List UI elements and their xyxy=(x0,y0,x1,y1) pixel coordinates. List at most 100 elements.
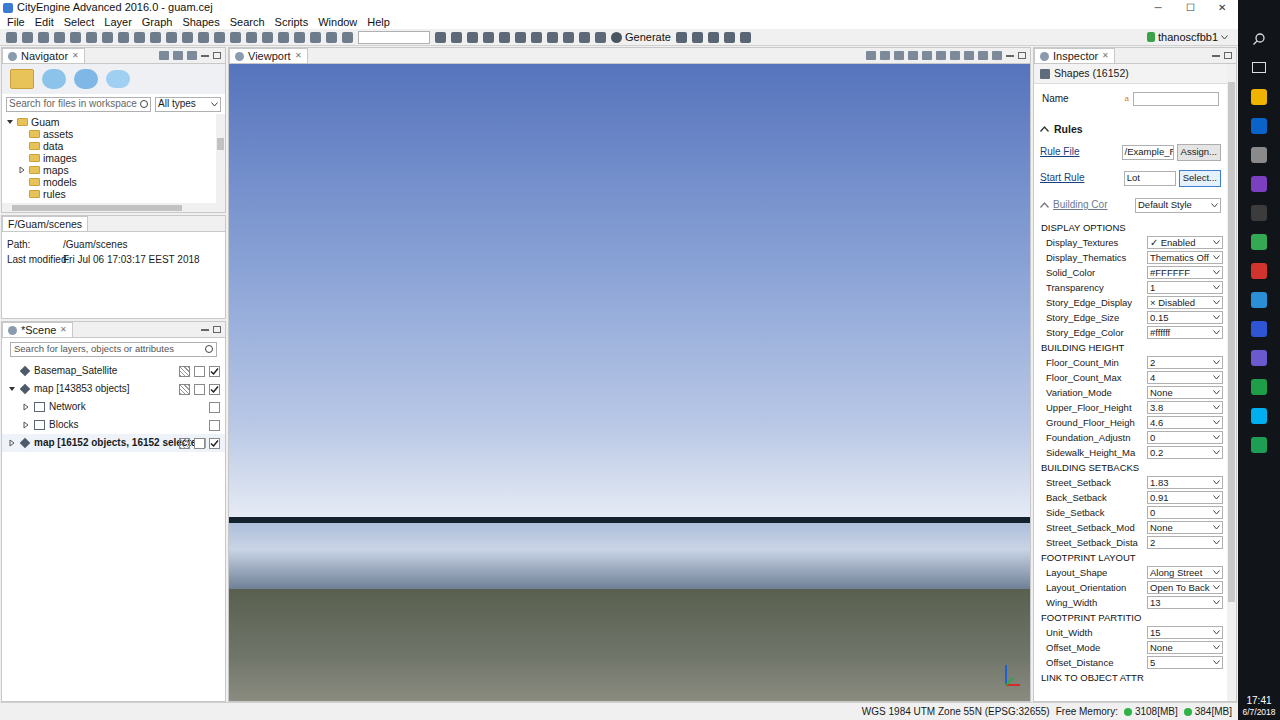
attribute-value[interactable]: 0.2 xyxy=(1147,446,1223,459)
light-icon[interactable] xyxy=(964,51,974,60)
attribute-value[interactable]: 3.8 xyxy=(1147,401,1223,414)
lasso-icon[interactable] xyxy=(278,32,289,43)
visibility-checkbox[interactable] xyxy=(209,366,220,377)
attribute-value[interactable]: ✓ Enabled xyxy=(1147,236,1223,249)
select-button[interactable]: Select... xyxy=(1179,170,1221,187)
save-icon[interactable] xyxy=(22,32,33,43)
attribute-value[interactable]: 4.6 xyxy=(1147,416,1223,429)
maximize-icon[interactable] xyxy=(1018,52,1026,59)
maximize-icon[interactable] xyxy=(1224,52,1232,59)
curve-icon[interactable] xyxy=(451,32,462,43)
link-icon[interactable] xyxy=(173,51,183,60)
tree-item[interactable]: images xyxy=(6,152,212,164)
lot-icon[interactable] xyxy=(547,32,558,43)
visibility-checkbox[interactable] xyxy=(209,402,220,413)
menu-item[interactable]: Layer xyxy=(99,17,137,28)
panel-tab[interactable]: Inspector✕ xyxy=(1034,48,1115,63)
panel-tab[interactable]: Navigator✕ xyxy=(2,48,85,63)
cut-icon[interactable] xyxy=(70,32,81,43)
app-icon[interactable] xyxy=(1251,147,1267,163)
tree-item[interactable]: data xyxy=(6,140,212,152)
tree-item[interactable]: maps xyxy=(6,164,212,176)
bookmark-icon[interactable] xyxy=(936,51,946,60)
attribute-value[interactable]: Open To Back xyxy=(1147,581,1223,594)
new-icon[interactable] xyxy=(6,32,17,43)
attribute-value[interactable]: None xyxy=(1147,521,1223,534)
layer-row[interactable]: Basemap_Satellite xyxy=(2,362,225,380)
shape-icon[interactable] xyxy=(467,32,478,43)
menu-item[interactable]: Shapes xyxy=(177,17,224,28)
upload-icon[interactable] xyxy=(42,69,66,89)
wireframe-icon[interactable] xyxy=(866,51,876,60)
menu-item[interactable]: Graph xyxy=(137,17,178,28)
toolbar-field[interactable] xyxy=(358,31,430,44)
layer-row[interactable]: map [143853 objects] xyxy=(2,380,225,398)
maximize-icon[interactable] xyxy=(213,52,221,59)
app-icon[interactable] xyxy=(1251,118,1267,134)
rotate-icon[interactable] xyxy=(310,32,321,43)
textured-icon[interactable] xyxy=(894,51,904,60)
subdivide-icon[interactable] xyxy=(563,32,574,43)
visibility-checkbox[interactable] xyxy=(209,420,220,431)
attribute-value[interactable]: Thematics Off xyxy=(1147,251,1223,264)
panel-tab[interactable]: *Scene✕ xyxy=(2,322,73,337)
layer-row[interactable]: map [16152 objects, 16152 selected] xyxy=(2,434,225,452)
street-icon[interactable] xyxy=(435,32,446,43)
share-icon[interactable] xyxy=(74,69,98,89)
block-icon[interactable] xyxy=(531,32,542,43)
weather-icon[interactable] xyxy=(708,32,719,43)
rule-file-field[interactable]: /Example_Ru xyxy=(1122,145,1174,160)
name-field[interactable] xyxy=(1133,92,1219,106)
poly-select-icon[interactable] xyxy=(262,32,273,43)
expand-icon[interactable] xyxy=(22,421,30,429)
clock[interactable]: 17:416/7/2018 xyxy=(1242,696,1275,720)
type-filter[interactable]: All types xyxy=(155,97,221,112)
search-icon[interactable] xyxy=(1252,32,1266,46)
app-icon[interactable] xyxy=(1251,379,1267,395)
settings-icon[interactable] xyxy=(978,51,988,60)
visibility-checkbox[interactable] xyxy=(209,438,220,449)
split-icon[interactable] xyxy=(483,32,494,43)
info-tab[interactable]: F/Guam/scenes xyxy=(2,216,88,231)
attribute-value[interactable]: 0.91 xyxy=(1147,491,1223,504)
panel-tab-close[interactable]: ✕ xyxy=(1102,52,1109,60)
attribute-value[interactable]: #ffffff xyxy=(1147,326,1223,339)
panel-tab-close[interactable]: ✕ xyxy=(72,52,79,60)
app-icon[interactable] xyxy=(1251,176,1267,192)
menu-item[interactable]: Window xyxy=(313,17,362,28)
vertical-scrollbar[interactable] xyxy=(216,114,225,203)
app-icon[interactable] xyxy=(1251,321,1267,337)
minimize-icon[interactable] xyxy=(201,55,209,57)
wand-icon[interactable] xyxy=(54,32,65,43)
navigator-search[interactable]: Search for files in workspace xyxy=(6,97,151,112)
sun-icon[interactable] xyxy=(724,32,735,43)
cloud-icon[interactable] xyxy=(740,32,751,43)
scene-search[interactable]: Search for layers, objects or attributes xyxy=(10,342,217,357)
app-icon[interactable] xyxy=(1251,263,1267,279)
select-icon[interactable] xyxy=(230,32,241,43)
layer-row[interactable]: Network xyxy=(2,398,225,416)
attribute-value[interactable]: 1.83 xyxy=(1147,476,1223,489)
menu-item[interactable]: Select xyxy=(59,17,100,28)
app-icon[interactable] xyxy=(1251,89,1267,105)
collapse-icon[interactable] xyxy=(1040,202,1049,208)
attribute-value[interactable]: 1 xyxy=(1147,281,1223,294)
scale-icon[interactable] xyxy=(326,32,337,43)
merge-icon[interactable] xyxy=(595,32,606,43)
attribute-value[interactable]: 0 xyxy=(1147,506,1223,519)
zoom-icon[interactable] xyxy=(182,32,193,43)
expand-icon[interactable] xyxy=(22,403,30,411)
expand-icon[interactable] xyxy=(8,439,16,447)
menu-item[interactable]: Help xyxy=(362,17,395,28)
layers-icon[interactable] xyxy=(950,51,960,60)
minimize-icon[interactable] xyxy=(1006,55,1014,57)
attribute-value[interactable]: 0 xyxy=(1147,431,1223,444)
panel-tab-close[interactable]: ✕ xyxy=(295,52,302,60)
window-control[interactable]: ✕ xyxy=(1206,3,1238,13)
generate-button[interactable]: Generate xyxy=(611,32,671,43)
task-view-icon[interactable] xyxy=(1252,62,1266,73)
rules-heading[interactable]: Rules xyxy=(1034,120,1227,138)
app-icon[interactable] xyxy=(1251,350,1267,366)
attribute-value[interactable]: 2 xyxy=(1147,536,1223,549)
collapse-icon[interactable] xyxy=(159,51,169,60)
